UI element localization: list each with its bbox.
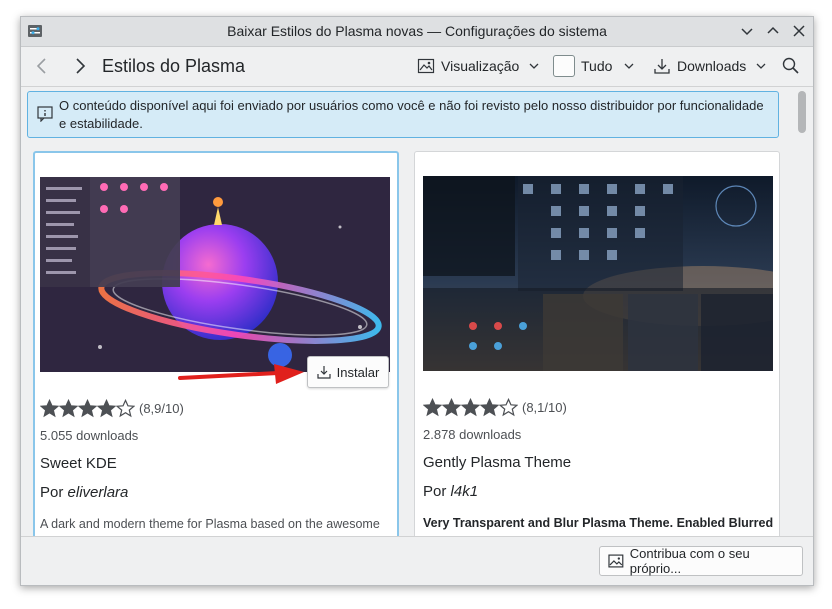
settings-window: Baixar Estilos do Plasma novas — Configu… bbox=[20, 16, 814, 586]
install-button[interactable]: Instalar bbox=[307, 356, 389, 388]
star-filled-icon bbox=[480, 398, 499, 417]
filter-menu-button[interactable]: Tudo bbox=[553, 54, 636, 78]
vertical-scrollbar[interactable] bbox=[793, 87, 811, 536]
theme-author: Por eliverlara bbox=[40, 484, 128, 501]
star-filled-icon bbox=[442, 398, 461, 417]
rating-text: (8,9/10) bbox=[139, 401, 184, 416]
download-count: 2.878 downloads bbox=[423, 427, 522, 442]
star-empty-icon bbox=[116, 399, 135, 418]
content-area: O conteúdo disponível aqui foi enviado p… bbox=[21, 87, 813, 555]
theme-preview-image bbox=[423, 176, 773, 371]
page-title: Estilos do Plasma bbox=[102, 56, 246, 76]
rating: (8,1/10) bbox=[423, 398, 567, 417]
theme-name: Sweet KDE bbox=[40, 455, 117, 472]
bottom-bar: Contribua com o seu próprio... bbox=[21, 536, 813, 585]
star-rating-icons bbox=[423, 398, 518, 417]
image-upload-icon bbox=[608, 554, 624, 568]
chevron-down-icon bbox=[529, 63, 539, 69]
title-bar: Baixar Estilos do Plasma novas — Configu… bbox=[21, 17, 813, 47]
star-filled-icon bbox=[97, 399, 116, 418]
theme-card-gently-plasma[interactable]: (8,1/10) 2.878 downloads Gently Plasma T… bbox=[414, 151, 780, 553]
sort-menu-label: Downloads bbox=[677, 58, 747, 74]
star-filled-icon bbox=[423, 398, 442, 417]
star-rating-icons bbox=[40, 399, 135, 418]
rating-text: (8,1/10) bbox=[522, 400, 567, 415]
theme-description: Very Transparent and Blur Plasma Theme. … bbox=[423, 516, 773, 530]
view-menu-label: Visualização bbox=[441, 58, 520, 74]
star-filled-icon bbox=[59, 399, 78, 418]
author-name[interactable]: eliverlara bbox=[68, 484, 129, 501]
annotation-arrow bbox=[178, 364, 304, 384]
star-empty-icon bbox=[499, 398, 518, 417]
sort-menu-button[interactable]: Downloads bbox=[653, 54, 768, 78]
author-prefix: Por bbox=[40, 484, 64, 501]
view-menu-button[interactable]: Visualização bbox=[417, 54, 541, 78]
back-icon[interactable] bbox=[29, 53, 55, 79]
rating: (8,9/10) bbox=[40, 399, 184, 418]
theme-card-sweet-kde[interactable]: Instalar (8,9/10) 5.055 downloads Sweet … bbox=[33, 151, 399, 555]
maximize-icon[interactable] bbox=[763, 21, 783, 41]
contribute-button-label: Contribua com o seu próprio... bbox=[629, 546, 750, 576]
download-count: 5.055 downloads bbox=[40, 428, 139, 443]
star-filled-icon bbox=[40, 399, 59, 418]
contribute-button[interactable]: Contribua com o seu próprio... bbox=[599, 546, 803, 576]
chevron-down-icon bbox=[756, 63, 766, 69]
notice-text: O conteúdo disponível aqui foi enviado p… bbox=[59, 98, 764, 131]
info-icon bbox=[37, 106, 53, 122]
theme-description: A dark and modern theme for Plasma based… bbox=[40, 517, 380, 531]
scrollbar-thumb[interactable] bbox=[798, 91, 806, 133]
theme-preview-image bbox=[40, 177, 390, 372]
minimize-icon[interactable] bbox=[737, 21, 757, 41]
toolbar: Estilos do Plasma Visualização Tudo Down… bbox=[21, 47, 813, 87]
star-filled-icon bbox=[461, 398, 480, 417]
theme-name: Gently Plasma Theme bbox=[423, 454, 572, 471]
image-icon bbox=[417, 58, 435, 74]
search-icon[interactable] bbox=[781, 56, 801, 76]
download-icon bbox=[317, 366, 331, 379]
author-name[interactable]: l4k1 bbox=[451, 483, 479, 500]
star-filled-icon bbox=[78, 399, 97, 418]
filter-menu-label: Tudo bbox=[581, 58, 613, 74]
install-button-label: Instalar bbox=[336, 364, 380, 380]
forward-icon[interactable] bbox=[67, 53, 93, 79]
theme-author: Por l4k1 bbox=[423, 483, 478, 500]
download-icon bbox=[654, 59, 670, 74]
author-prefix: Por bbox=[423, 483, 447, 500]
close-icon[interactable] bbox=[789, 21, 809, 41]
window-title: Baixar Estilos do Plasma novas — Configu… bbox=[227, 23, 607, 39]
info-notice: O conteúdo disponível aqui foi enviado p… bbox=[27, 91, 779, 138]
chevron-down-icon bbox=[624, 63, 634, 69]
filter-checkbox[interactable] bbox=[553, 55, 575, 77]
